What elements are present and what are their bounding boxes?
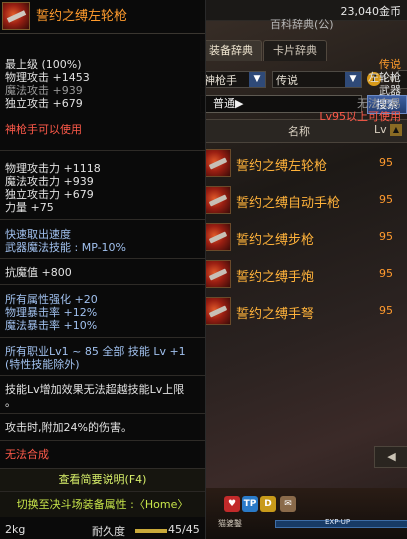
tp-icon[interactable]: TP — [242, 496, 258, 512]
item-name: 誓约之缚自动手枪 — [236, 196, 341, 211]
divider — [0, 375, 205, 376]
chevron-down-icon: ▼ — [249, 72, 265, 87]
anti-demon-value: 抗魔值 +800 — [5, 266, 72, 279]
trade-status: 无法交易 — [357, 97, 401, 110]
grade-select[interactable]: 传说 ▼ — [272, 71, 362, 88]
item-category: 武器 — [379, 84, 401, 97]
level-requirement: Lv95以上可使用 — [319, 110, 401, 123]
item-level: 95 — [379, 230, 393, 243]
divider — [0, 150, 205, 151]
list-item[interactable]: 誓约之缚手弩 95 — [200, 293, 407, 329]
page-prev-button[interactable]: ◀ — [374, 446, 407, 468]
divider — [0, 258, 205, 259]
item-type: 左轮枪 — [368, 71, 401, 84]
class-requirement: 神枪手可以使用 — [5, 123, 82, 136]
list-item[interactable]: 誓约之缚左轮枪 95 — [200, 145, 407, 181]
view-description-button[interactable]: 查看简要说明(F4) — [0, 468, 205, 492]
skill-level-note: (特性技能除外) — [5, 358, 80, 371]
rifle-icon — [203, 223, 231, 251]
item-name: 誓约之缚手弩 — [236, 307, 315, 322]
item-name: 誓约之缚步枪 — [236, 233, 315, 248]
pet-icon[interactable]: ♥ — [224, 496, 240, 512]
stat-strength: 力量 +75 — [5, 201, 54, 214]
item-grade: 最上级 (100%) — [5, 58, 82, 71]
divider — [0, 33, 205, 34]
ind-attack: 独立攻击 +679 — [5, 97, 83, 110]
stat-phys-attack: 物理攻击力 +1118 — [5, 162, 101, 175]
item-level: 95 — [379, 193, 393, 206]
column-lv-header[interactable]: Lv — [374, 123, 387, 136]
mag-crit: 魔法暴击率 +10% — [5, 319, 98, 332]
weapon-skill-mp: 武器魔法技能 : MP-10% — [5, 241, 126, 254]
phys-attack: 物理攻击 +1453 — [5, 71, 90, 84]
skill-description: 技能Lv增加效果无法超越技能Lv上限 — [5, 383, 185, 396]
durability-label: 耐久度 — [92, 525, 125, 538]
revolver-icon — [2, 2, 30, 30]
list-item[interactable]: 誓约之缚手炮 95 — [200, 256, 407, 292]
mail-icon[interactable]: ✉ — [280, 496, 296, 512]
class-select[interactable]: 神枪手 ▼ — [200, 71, 266, 88]
mag-attack: 魔法攻击 +939 — [5, 84, 83, 97]
skill-level-bonus: 所有职业Lv1 ~ 85 全部 技能 Lv +1 — [5, 345, 186, 358]
revolver-icon — [203, 149, 231, 177]
item-name: 誓约之缚手炮 — [236, 270, 315, 285]
attack-damage-bonus: 攻击时,附加24%的伤害。 — [5, 421, 132, 434]
tab-card-dictionary[interactable]: 卡片辞典 — [263, 40, 327, 61]
switch-arena-stats-button[interactable]: 切换至决斗场装备属性 :〈Home〉 — [0, 491, 205, 517]
class-select-value: 神枪手 — [204, 74, 237, 87]
item-level: 95 — [379, 156, 393, 169]
skill-description-cont: 。 — [5, 396, 16, 409]
divider — [0, 284, 205, 285]
character-name: 猫婆鑿 — [218, 519, 242, 528]
item-name: 誓约之缚左轮枪 — [236, 159, 328, 174]
chevron-down-icon: ▼ — [345, 72, 361, 87]
exp-label: EXP-UP — [325, 518, 351, 526]
tab-equipment-dictionary[interactable]: 装备辞典 — [200, 40, 262, 61]
durability-value: 45/45 — [168, 523, 200, 536]
gold-amount: 23,040金币 — [340, 5, 402, 18]
divider — [0, 219, 205, 220]
no-synthesis: 无法合成 — [5, 448, 49, 461]
hand-cannon-icon — [203, 260, 231, 288]
list-item[interactable]: 誓约之缚自动手枪 95 — [200, 182, 407, 218]
item-weight: 2kg — [5, 523, 26, 536]
column-name-header[interactable]: 名称 — [288, 123, 310, 139]
divider — [0, 440, 205, 441]
element-strength: 所有属性强化 +20 — [5, 293, 98, 306]
phys-crit: 物理暴击率 +12% — [5, 306, 98, 319]
crossbow-icon — [203, 297, 231, 325]
durability-bar — [135, 529, 167, 533]
item-title: 誓约之缚左轮枪 — [36, 9, 128, 24]
list-item[interactable]: 誓约之缚步枪 95 — [200, 219, 407, 255]
dictionary-title: 百科辞典(公) — [270, 18, 334, 31]
divider — [0, 337, 205, 338]
d-icon[interactable]: D — [260, 496, 276, 512]
grade-select-value: 传说 — [276, 74, 298, 87]
item-level: 95 — [379, 304, 393, 317]
item-rarity: 传说 — [379, 58, 401, 71]
stat-mag-attack: 魔法攻击力 +939 — [5, 175, 94, 188]
sort-icon[interactable]: ▲ — [390, 124, 402, 136]
stat-ind-attack: 独立攻击力 +679 — [5, 188, 94, 201]
auto-pistol-icon — [203, 186, 231, 214]
divider — [0, 413, 205, 414]
item-level: 95 — [379, 267, 393, 280]
draw-speed: 快速取出速度 — [5, 228, 71, 241]
